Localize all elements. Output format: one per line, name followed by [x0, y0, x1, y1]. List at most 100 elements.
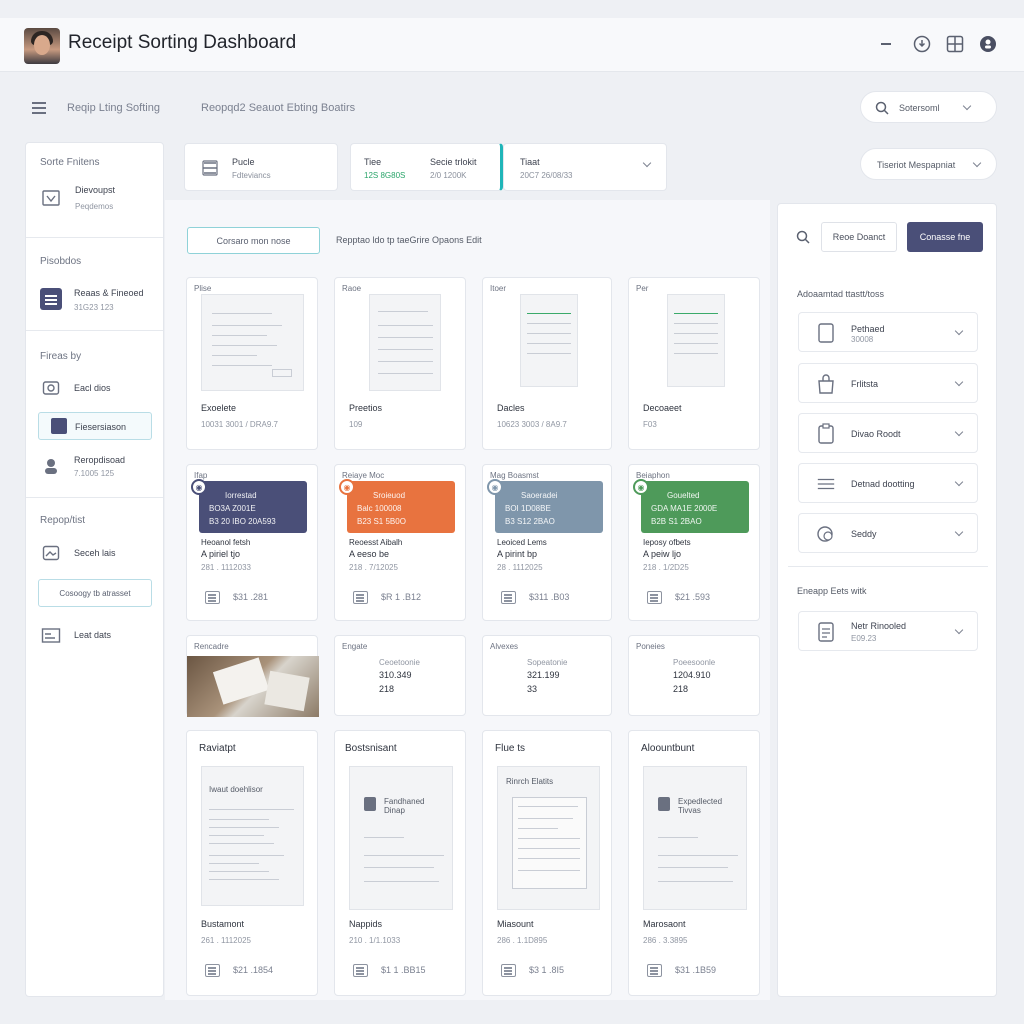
- tray-icon: [202, 160, 218, 176]
- filter-card-tiaat[interactable]: Tiaat 20C7 26/08/33: [503, 143, 667, 191]
- filter-card-pucle[interactable]: Pucle Fdteviancs: [184, 143, 338, 191]
- receipt-card[interactable]: Itoer Dacles 10623 3003 / 8A9.7: [482, 277, 612, 450]
- card-number: 281 . 1112033: [201, 563, 251, 572]
- breadcrumb-primary[interactable]: Reqip Lting Softing: [67, 102, 160, 114]
- sidebar-item-title[interactable]: Reropdisoad: [74, 455, 125, 465]
- filter-card-title: Tiee: [364, 157, 382, 167]
- receipt-card[interactable]: Mag Boasmst Saoeradei BOI 1D08BE B3 S12 …: [482, 464, 612, 621]
- category-item[interactable]: Frlitsta: [798, 363, 978, 403]
- receipt-card[interactable]: Aloountbunt Expedlected Tivvas Marosaont…: [628, 730, 760, 996]
- chevron-down-icon: [954, 477, 964, 487]
- receipt-card[interactable]: Engate Ceoetoonie 310.349 218: [334, 635, 466, 716]
- card-title: Nappids: [349, 919, 383, 929]
- category-item[interactable]: Netr Rinooled E09.23: [798, 611, 978, 651]
- card-line: 218: [673, 684, 689, 694]
- card-title: Reoesst Aibalh: [349, 538, 403, 547]
- sidebar-item-title[interactable]: Seceh lais: [74, 548, 116, 558]
- category-item[interactable]: Seddy: [798, 513, 978, 553]
- sidebar-item-title[interactable]: Leat dats: [74, 630, 111, 640]
- sidebar-section-title: Sorte Fnitens: [40, 157, 100, 168]
- sidebar: Sorte Fnitens Dievoupst Peqdemos Pisobdo…: [25, 142, 164, 997]
- search-dropdown[interactable]: Sotersoml: [860, 91, 997, 123]
- category-block-green: Gouelted GDA MA1E 2000E B2B S1 2BAO: [641, 481, 749, 533]
- filter-dropdown[interactable]: Tiseriot Mespapniat: [860, 148, 997, 180]
- receipt-thumbnail: [520, 294, 578, 387]
- card-label: Raoe: [342, 284, 362, 293]
- download-button[interactable]: [912, 34, 932, 54]
- receipt-card[interactable]: Plise Exoelete 10031 3001 / DRA9.7: [186, 277, 318, 450]
- receipt-thumbnail: Rinrch Elatits: [497, 766, 600, 910]
- card-title: Ieposy ofbets: [643, 538, 691, 547]
- sidebar-action-label: Cosoogy tb atrasset: [59, 589, 131, 598]
- card-price: $1 1 .BB15: [381, 965, 426, 975]
- menu-icon[interactable]: [32, 102, 46, 114]
- sidebar-action-button[interactable]: Cosoogy tb atrasset: [38, 579, 152, 607]
- search-icon[interactable]: [796, 230, 810, 244]
- breadcrumb-secondary[interactable]: Reopqd2 Seauot Ebting Boatirs: [201, 102, 355, 114]
- calendar-icon: [205, 591, 220, 604]
- receipt-card[interactable]: Beiaphon Gouelted GDA MA1E 2000E B2B S1 …: [628, 464, 760, 621]
- card-subtitle: A piriel tjo: [201, 549, 241, 559]
- chevron-down-icon: [954, 326, 964, 336]
- category-item[interactable]: Divao Roodt: [798, 413, 978, 453]
- block-text: BOI 1D08BE: [505, 504, 551, 513]
- sidebar-item-title[interactable]: Reaas & Fineoed: [74, 288, 144, 298]
- category-badge-icon: ◉: [487, 479, 503, 495]
- card-title: Decoaeet: [643, 403, 682, 413]
- sidebar-item-selected[interactable]: Fiesersiason: [38, 412, 152, 440]
- card-label: Flue ts: [495, 743, 526, 754]
- chevron-down-icon: [642, 158, 652, 168]
- sidebar-item-title[interactable]: Eacl dios: [74, 383, 111, 393]
- account-button[interactable]: [978, 34, 998, 54]
- category-item-title: Detnad dootting: [851, 479, 915, 489]
- primary-action-button[interactable]: Conasse fne: [907, 222, 983, 252]
- sidebar-section-title: Pisobdos: [40, 256, 82, 267]
- grid-icon: [946, 35, 964, 53]
- receipt-thumbnail: Expedlected Tivvas: [643, 766, 747, 910]
- card-title: Bustamont: [201, 919, 245, 929]
- account-circle-icon: [980, 36, 996, 52]
- user-avatar[interactable]: [24, 28, 60, 64]
- minimize-button[interactable]: [876, 34, 896, 54]
- receipt-card[interactable]: Raoe Preetios 109: [334, 277, 466, 450]
- receipt-card[interactable]: Reiaye Moc Sroieuod Balc 100008 B23 S1 5…: [334, 464, 466, 621]
- receipt-card[interactable]: Raviatpt Iwaut doehlisor Bustamont 261 .…: [186, 730, 318, 996]
- calendar-icon: [501, 591, 516, 604]
- sidebar-item-title[interactable]: Dievoupst: [75, 185, 115, 195]
- minus-icon: [881, 43, 891, 45]
- secondary-action-button[interactable]: Reoe Doanct: [821, 222, 897, 252]
- card-title: Preetios: [349, 403, 383, 413]
- card-title: Miasount: [497, 919, 534, 929]
- card-number: 28 . 1112025: [497, 563, 543, 572]
- card-label: Bostsnisant: [345, 743, 397, 754]
- filter-card-title: Secie trlokit: [430, 157, 477, 167]
- card-price: $3 1 .8I5: [529, 965, 565, 975]
- receipt-card[interactable]: Alvexes Sopeatonie 321.199 33: [482, 635, 612, 716]
- category-item[interactable]: Detnad dootting: [798, 463, 978, 503]
- document-icon: [816, 322, 836, 344]
- category-item-title: Divao Roodt: [851, 429, 901, 439]
- card-label: Itoer: [490, 284, 507, 293]
- title-bar: Receipt Sorting Dashboard: [0, 18, 1024, 72]
- card-title: Exoelete: [201, 403, 237, 413]
- receipt-card[interactable]: Ifap Iorrestad BO3A Z001E B3 20 IBO 20A5…: [186, 464, 318, 621]
- receipt-thumbnail: [369, 294, 441, 391]
- category-badge-icon: ◉: [191, 479, 207, 495]
- card-line: Poeesoonle: [673, 658, 716, 667]
- card-label: Aloountbunt: [641, 743, 695, 754]
- chevron-down-icon: [962, 101, 972, 111]
- receipt-card[interactable]: Per Decoaeet F03: [628, 277, 760, 450]
- receipt-card[interactable]: Poneies Poeesoonle 1204.910 218: [628, 635, 760, 716]
- category-badge-icon: ◉: [633, 479, 649, 495]
- card-subtitle: A pirint bp: [497, 549, 538, 559]
- category-item-title: Pethaed: [851, 324, 885, 334]
- sort-option-button[interactable]: Corsaro mon nose: [187, 227, 320, 254]
- sidebar-item-sub: Peqdemos: [75, 202, 114, 211]
- filter-card-tiee[interactable]: Tiee 12S 8G80S Secie trlokit 2/0 1200K: [350, 143, 503, 191]
- receipt-card[interactable]: Bostsnisant Fandhaned Dinap Nappids 210 …: [334, 730, 466, 996]
- receipt-card[interactable]: Rencadre: [186, 635, 319, 717]
- grid-view-button[interactable]: [945, 34, 965, 54]
- receipt-card[interactable]: Flue ts Rinrch Elatits Miasount 286 . 1.…: [482, 730, 612, 996]
- thumbnail-heading: Rinrch Elatits: [506, 777, 554, 786]
- category-item[interactable]: Pethaed 30008: [798, 312, 978, 352]
